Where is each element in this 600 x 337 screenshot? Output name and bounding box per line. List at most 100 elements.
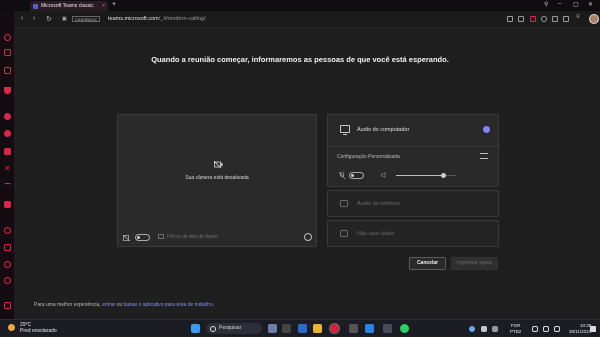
notifications-icon[interactable] (590, 326, 596, 332)
background-filters-button[interactable]: Filtros de tela de fundo (158, 234, 218, 240)
music-icon[interactable] (4, 183, 11, 190)
footer-prefix: Para uma melhor experiência, (34, 302, 103, 308)
wifi-icon[interactable] (532, 326, 538, 332)
clock-date: 30/11/2023 (569, 328, 592, 334)
tab-title: Microsoft Teams classic (41, 3, 94, 9)
device-settings-gear-icon[interactable] (304, 233, 312, 241)
audio-settings-icon[interactable] (480, 153, 488, 159)
phone-audio-icon (340, 200, 348, 207)
sign-in-link[interactable]: entrar (102, 302, 115, 308)
vscode-icon[interactable] (365, 324, 374, 333)
tab-close-icon[interactable]: × (102, 3, 105, 9)
selected-radio-icon[interactable] (483, 126, 490, 133)
browser-tab-teams[interactable]: Microsoft Teams classic × (30, 1, 108, 11)
volume-slider-thumb[interactable] (441, 173, 446, 178)
address-bar: ‹ › ↻ ▣ CASHBACK teams.microsoft.com/_#/… (0, 11, 600, 28)
audio-option-phone[interactable]: Áudio do telefone (327, 190, 499, 217)
whatsapp-icon[interactable] (4, 113, 11, 120)
teams-favicon-icon (33, 3, 38, 9)
volume-icon[interactable] (543, 326, 549, 332)
taskbar-clock[interactable]: 10:38 30/11/2023 (569, 323, 591, 334)
pages-icon[interactable] (563, 16, 569, 22)
instagram-app-icon[interactable] (4, 148, 11, 155)
screenshot-icon[interactable] (507, 16, 513, 22)
windows-taskbar: 29°C Pred ensolarado Pesquisar POR PTB2 … (0, 319, 600, 337)
browser-tab-strip: Microsoft Teams classic × + ⚲ – ▢ ✕ (0, 0, 600, 11)
camera-toggle-icon (123, 235, 131, 241)
download-app-link[interactable]: baixar o aplicativo para área de trabalh… (124, 302, 213, 308)
opera-gx-icon[interactable] (330, 324, 339, 333)
footer-mid: ou (115, 302, 124, 308)
custom-config-label: Configuração Personalizada (337, 154, 400, 160)
camera-preview: Sua câmera está desativada Filtros de te… (117, 114, 317, 247)
extensions-icon[interactable] (518, 16, 524, 22)
audio-option-none[interactable]: Não usar áudio (327, 220, 499, 247)
phone-audio-label: Áudio do telefone (357, 201, 400, 207)
camera-status-text: Sua câmera está desativada (185, 175, 249, 181)
instagram-icon[interactable] (4, 67, 11, 74)
close-window-icon[interactable]: ✕ (588, 1, 593, 8)
join-now-button[interactable]: Ingressar agora (451, 257, 498, 270)
footer-suffix: . (212, 302, 215, 308)
bookmarks-icon[interactable] (4, 244, 11, 251)
cashback-badge[interactable]: CASHBACK (72, 16, 101, 22)
sun-icon (8, 324, 15, 331)
profile-avatar[interactable] (589, 14, 599, 24)
background-filters-label: Filtros de tela de fundo (167, 234, 218, 240)
tray-cloud-icon[interactable] (469, 326, 475, 332)
terminal-icon[interactable] (383, 324, 392, 333)
menu-icon[interactable]: ≡ (576, 14, 582, 20)
taskbar-search[interactable]: Pesquisar (206, 323, 262, 334)
task-view-icon[interactable] (282, 324, 291, 333)
windows-start-icon[interactable] (191, 324, 200, 333)
history-icon[interactable] (4, 227, 11, 234)
url-field[interactable]: teams.microsoft.com/_#/modern-calling/ (108, 16, 206, 22)
battery-icon[interactable] (554, 326, 560, 332)
maximize-icon[interactable]: ▢ (573, 1, 579, 8)
screen: Microsoft Teams classic × + ⚲ – ▢ ✕ ‹ › … (0, 0, 600, 337)
camera-toggle[interactable] (135, 234, 150, 241)
new-tab-button[interactable]: + (112, 1, 116, 8)
keyboard-layout: PTB2 (510, 328, 522, 334)
whatsapp-taskbar-icon[interactable] (400, 324, 409, 333)
widgets-icon[interactable] (298, 324, 307, 333)
mic-off-icon (339, 172, 345, 179)
speed-dial-icon[interactable] (4, 34, 11, 41)
store-icon[interactable] (349, 324, 358, 333)
settings-icon[interactable] (4, 277, 11, 284)
window-pin-icon[interactable]: ⚲ (544, 1, 548, 8)
file-explorer-icon[interactable] (313, 324, 322, 333)
vpn-icon[interactable] (530, 16, 536, 22)
page-title: Quando a reunião começar, informaremos a… (151, 55, 449, 64)
heart-icon[interactable] (541, 16, 547, 22)
reload-icon[interactable]: ↻ (46, 15, 52, 23)
mic-toggle[interactable] (349, 172, 364, 179)
weather-desc: Pred ensolarado (20, 328, 57, 334)
more-icon[interactable] (4, 302, 11, 309)
messenger-icon[interactable] (4, 130, 11, 137)
copilot-icon[interactable] (268, 324, 277, 333)
clock-icon[interactable] (4, 261, 11, 268)
weather-widget[interactable]: 29°C Pred ensolarado (8, 322, 57, 334)
volume-slider-fill (396, 175, 444, 176)
computer-audio-row[interactable]: Áudio do computador (328, 115, 498, 147)
player-icon[interactable] (4, 201, 11, 208)
no-audio-label: Não usar áudio (357, 231, 395, 237)
footer-hint: Para uma melhor experiência, entrar ou b… (34, 302, 214, 308)
minimize-icon[interactable]: – (558, 1, 561, 7)
computer-audio-icon (340, 125, 350, 135)
url-host: teams.microsoft.com (108, 16, 159, 22)
camera-snapshot-icon[interactable]: ▣ (62, 16, 67, 22)
download-icon[interactable] (552, 16, 558, 22)
back-icon[interactable]: ‹ (21, 15, 23, 22)
tray-app-icon[interactable] (481, 326, 487, 332)
language-code: POR (510, 323, 521, 328)
tray-device-icon[interactable] (492, 326, 498, 332)
aria-icon[interactable] (4, 87, 11, 94)
cancel-button[interactable]: Cancelar (409, 257, 446, 270)
forward-icon[interactable]: › (33, 15, 35, 22)
x-twitter-icon[interactable]: ✕ (4, 165, 11, 173)
audio-option-computer[interactable]: Áudio do computador Configuração Persona… (327, 114, 499, 187)
language-indicator[interactable]: POR PTB2 (510, 323, 521, 334)
background-effects-icon (158, 234, 164, 239)
